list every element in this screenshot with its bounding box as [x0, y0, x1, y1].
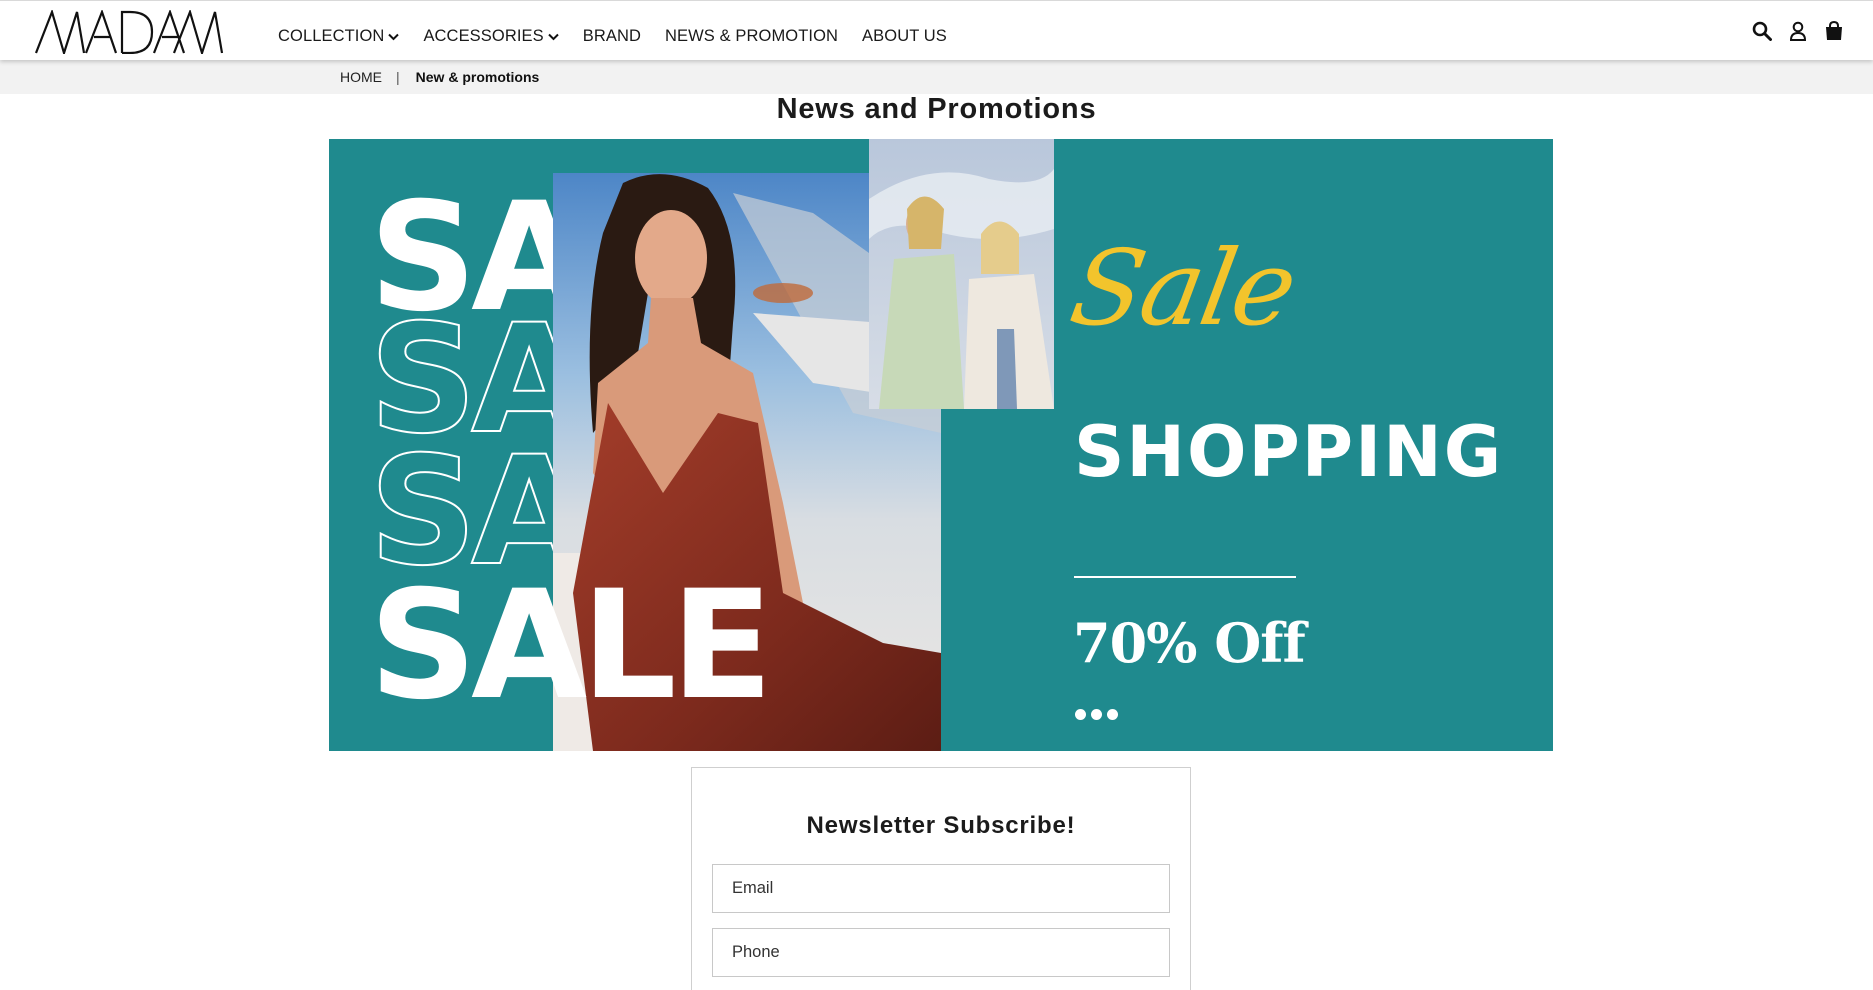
shopping-headline: SHOPPING	[1074, 411, 1504, 493]
nav-brand[interactable]: BRAND	[583, 27, 641, 46]
nav-news-promotion[interactable]: NEWS & PROMOTION	[665, 27, 838, 46]
promo-banner[interactable]: SA SA SALE Sale SHOPPING 70% Off	[329, 139, 1553, 751]
phone-field[interactable]	[712, 928, 1170, 977]
main-nav: COLLECTION ACCESSORIES BRAND NEWS & PROM…	[278, 27, 971, 46]
page-title: News and Promotions	[776, 93, 1097, 125]
nav-about-us-label: ABOUT US	[862, 27, 947, 45]
banner-divider	[1074, 576, 1296, 578]
nav-collection-label: COLLECTION	[278, 27, 385, 45]
shopping-bag-icon[interactable]	[1823, 20, 1845, 42]
sale-script-text: Sale	[1062, 227, 1304, 349]
newsletter-title: Newsletter Subscribe!	[806, 812, 1076, 839]
header-icons	[1737, 20, 1845, 42]
nav-accessories-label: ACCESSORIES	[423, 27, 544, 45]
model-photo-two-women	[869, 139, 1054, 409]
nav-collection[interactable]: COLLECTION	[278, 27, 400, 46]
nav-news-promotion-label: NEWS & PROMOTION	[665, 27, 839, 45]
banner-dots	[1075, 709, 1123, 720]
site-header: COLLECTION ACCESSORIES BRAND NEWS & PROM…	[0, 0, 1873, 60]
email-field[interactable]	[712, 864, 1170, 913]
breadcrumb-bar: HOME | New & promotions	[0, 60, 1873, 94]
breadcrumb-separator: |	[396, 69, 400, 85]
brand-logo[interactable]	[34, 8, 224, 57]
breadcrumb-home[interactable]: HOME	[340, 69, 382, 85]
newsletter-box: Newsletter Subscribe!	[691, 767, 1191, 990]
user-icon[interactable]	[1787, 20, 1809, 42]
search-icon[interactable]	[1751, 20, 1773, 42]
dot	[1091, 709, 1102, 720]
chevron-down-icon	[388, 33, 400, 40]
breadcrumb-current: New & promotions	[415, 69, 540, 85]
nav-accessories[interactable]: ACCESSORIES	[423, 27, 559, 46]
dot	[1075, 709, 1086, 720]
nav-about-us[interactable]: ABOUT US	[862, 27, 947, 46]
nav-brand-label: BRAND	[582, 27, 642, 45]
dot	[1107, 709, 1118, 720]
sale-text-bottom: SALE	[369, 559, 773, 733]
discount-text: 70% Off	[1073, 611, 1306, 675]
chevron-down-icon	[548, 33, 559, 40]
breadcrumb: HOME | New & promotions	[340, 69, 539, 85]
